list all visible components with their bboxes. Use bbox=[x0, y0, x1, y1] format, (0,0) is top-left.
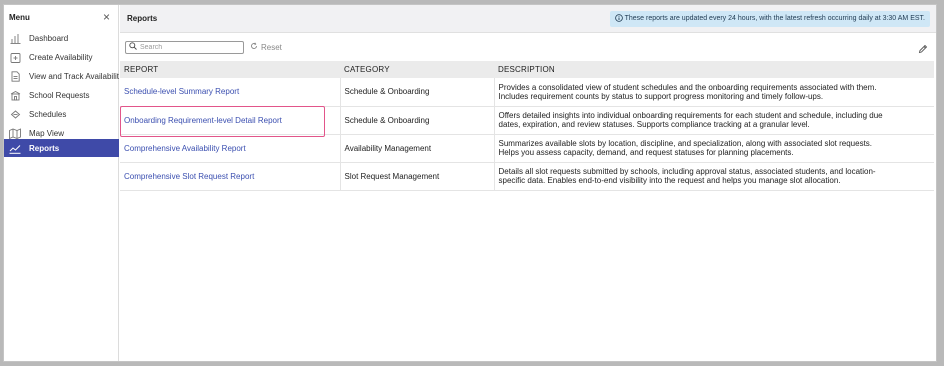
description-cell: Summarizes available slots by location, … bbox=[493, 134, 934, 163]
sidebar-item-create-availability[interactable]: Create Availability bbox=[4, 48, 119, 66]
sidebar-item-school-requests[interactable]: School Requests bbox=[4, 86, 119, 104]
category-cell: Slot Request Management bbox=[339, 162, 494, 191]
table-row: Onboarding Requirement-level Detail Repo… bbox=[120, 105, 934, 137]
info-icon bbox=[614, 13, 623, 24]
report-link[interactable]: Comprehensive Slot Request Report bbox=[124, 172, 254, 181]
report-link[interactable]: Schedule-level Summary Report bbox=[124, 87, 239, 96]
notice-text: These reports are updated every 24 hours… bbox=[624, 15, 925, 22]
search-box[interactable] bbox=[125, 40, 244, 54]
school-icon bbox=[9, 89, 21, 101]
description-line: Summarizes available slots by location, … bbox=[498, 139, 873, 148]
table-header-row: REPORT CATEGORY DESCRIPTION bbox=[120, 61, 934, 78]
refresh-notice: These reports are updated every 24 hours… bbox=[609, 10, 930, 27]
column-header-report[interactable]: REPORT bbox=[120, 61, 340, 78]
sidebar-item-label: Reports bbox=[29, 143, 60, 153]
toolbar: Reset bbox=[120, 33, 936, 61]
app-window: Menu × Dashboard Create Availability Vie… bbox=[3, 4, 937, 362]
schedule-icon bbox=[9, 108, 21, 120]
trend-chart-icon bbox=[9, 142, 21, 154]
table-row: Comprehensive Availability Report Availa… bbox=[120, 134, 934, 163]
page-title: Reports bbox=[127, 14, 158, 23]
reset-button[interactable]: Reset bbox=[250, 42, 282, 52]
search-icon bbox=[129, 42, 137, 52]
refresh-icon bbox=[250, 42, 258, 52]
column-header-description[interactable]: DESCRIPTION bbox=[494, 61, 934, 78]
column-header-category[interactable]: CATEGORY bbox=[340, 61, 494, 78]
sidebar: Menu × Dashboard Create Availability Vie… bbox=[4, 5, 119, 361]
sidebar-item-label: Create Availability bbox=[29, 52, 93, 62]
reset-label: Reset bbox=[261, 42, 282, 52]
close-icon[interactable]: × bbox=[103, 11, 110, 23]
sidebar-header: Menu × bbox=[4, 5, 118, 29]
sidebar-title: Menu bbox=[9, 12, 30, 22]
description-line: Offers detailed insights into individual… bbox=[498, 111, 883, 120]
sidebar-item-view-and-track[interactable]: View and Track Availability bbox=[4, 67, 119, 85]
category-cell: Availability Management bbox=[339, 134, 494, 163]
document-icon bbox=[9, 70, 21, 82]
description-line: Includes requirement counts by status to… bbox=[498, 91, 824, 101]
sidebar-item-label: View and Track Availability bbox=[29, 71, 119, 81]
description-line: Details all slot requests submitted by s… bbox=[498, 167, 876, 176]
map-icon bbox=[9, 127, 21, 139]
sidebar-item-label: Map View bbox=[29, 128, 64, 138]
table-row: Schedule-level Summary Report Schedule &… bbox=[120, 78, 934, 107]
pencil-icon[interactable] bbox=[918, 41, 928, 59]
description-line: Provides a consolidated view of student … bbox=[498, 82, 877, 92]
main-content: Reports These reports are updated every … bbox=[120, 5, 936, 361]
category-cell: Schedule & Onboarding bbox=[339, 78, 494, 107]
search-input[interactable] bbox=[140, 43, 240, 51]
description-cell: Offers detailed insights into individual… bbox=[493, 106, 934, 135]
description-line: specific data. Enables end-to-end visibi… bbox=[498, 176, 841, 185]
sidebar-item-label: School Requests bbox=[29, 90, 90, 100]
calendar-plus-icon bbox=[9, 51, 21, 63]
reports-table: REPORT CATEGORY DESCRIPTION Schedule-lev… bbox=[120, 61, 934, 191]
sidebar-item-dashboard[interactable]: Dashboard bbox=[4, 29, 119, 47]
description-cell: Provides a consolidated view of student … bbox=[493, 78, 934, 107]
bar-chart-icon bbox=[9, 32, 21, 44]
sidebar-item-reports[interactable]: Reports bbox=[4, 139, 119, 157]
page-header: Reports These reports are updated every … bbox=[120, 5, 936, 33]
category-cell: Schedule & Onboarding bbox=[339, 106, 494, 135]
sidebar-item-label: Dashboard bbox=[29, 33, 69, 43]
sidebar-item-label: Schedules bbox=[29, 109, 67, 119]
report-link[interactable]: Onboarding Requirement-level Detail Repo… bbox=[124, 116, 282, 125]
description-line: Helps you assess capacity, demand, and r… bbox=[498, 148, 794, 157]
report-link[interactable]: Comprehensive Availability Report bbox=[124, 144, 246, 153]
description-line: dates, expiration, and review statuses. … bbox=[498, 120, 810, 129]
sidebar-item-schedules[interactable]: Schedules bbox=[4, 105, 119, 123]
table-row: Comprehensive Slot Request Report Slot R… bbox=[120, 162, 934, 191]
description-cell: Details all slot requests submitted by s… bbox=[493, 162, 934, 191]
